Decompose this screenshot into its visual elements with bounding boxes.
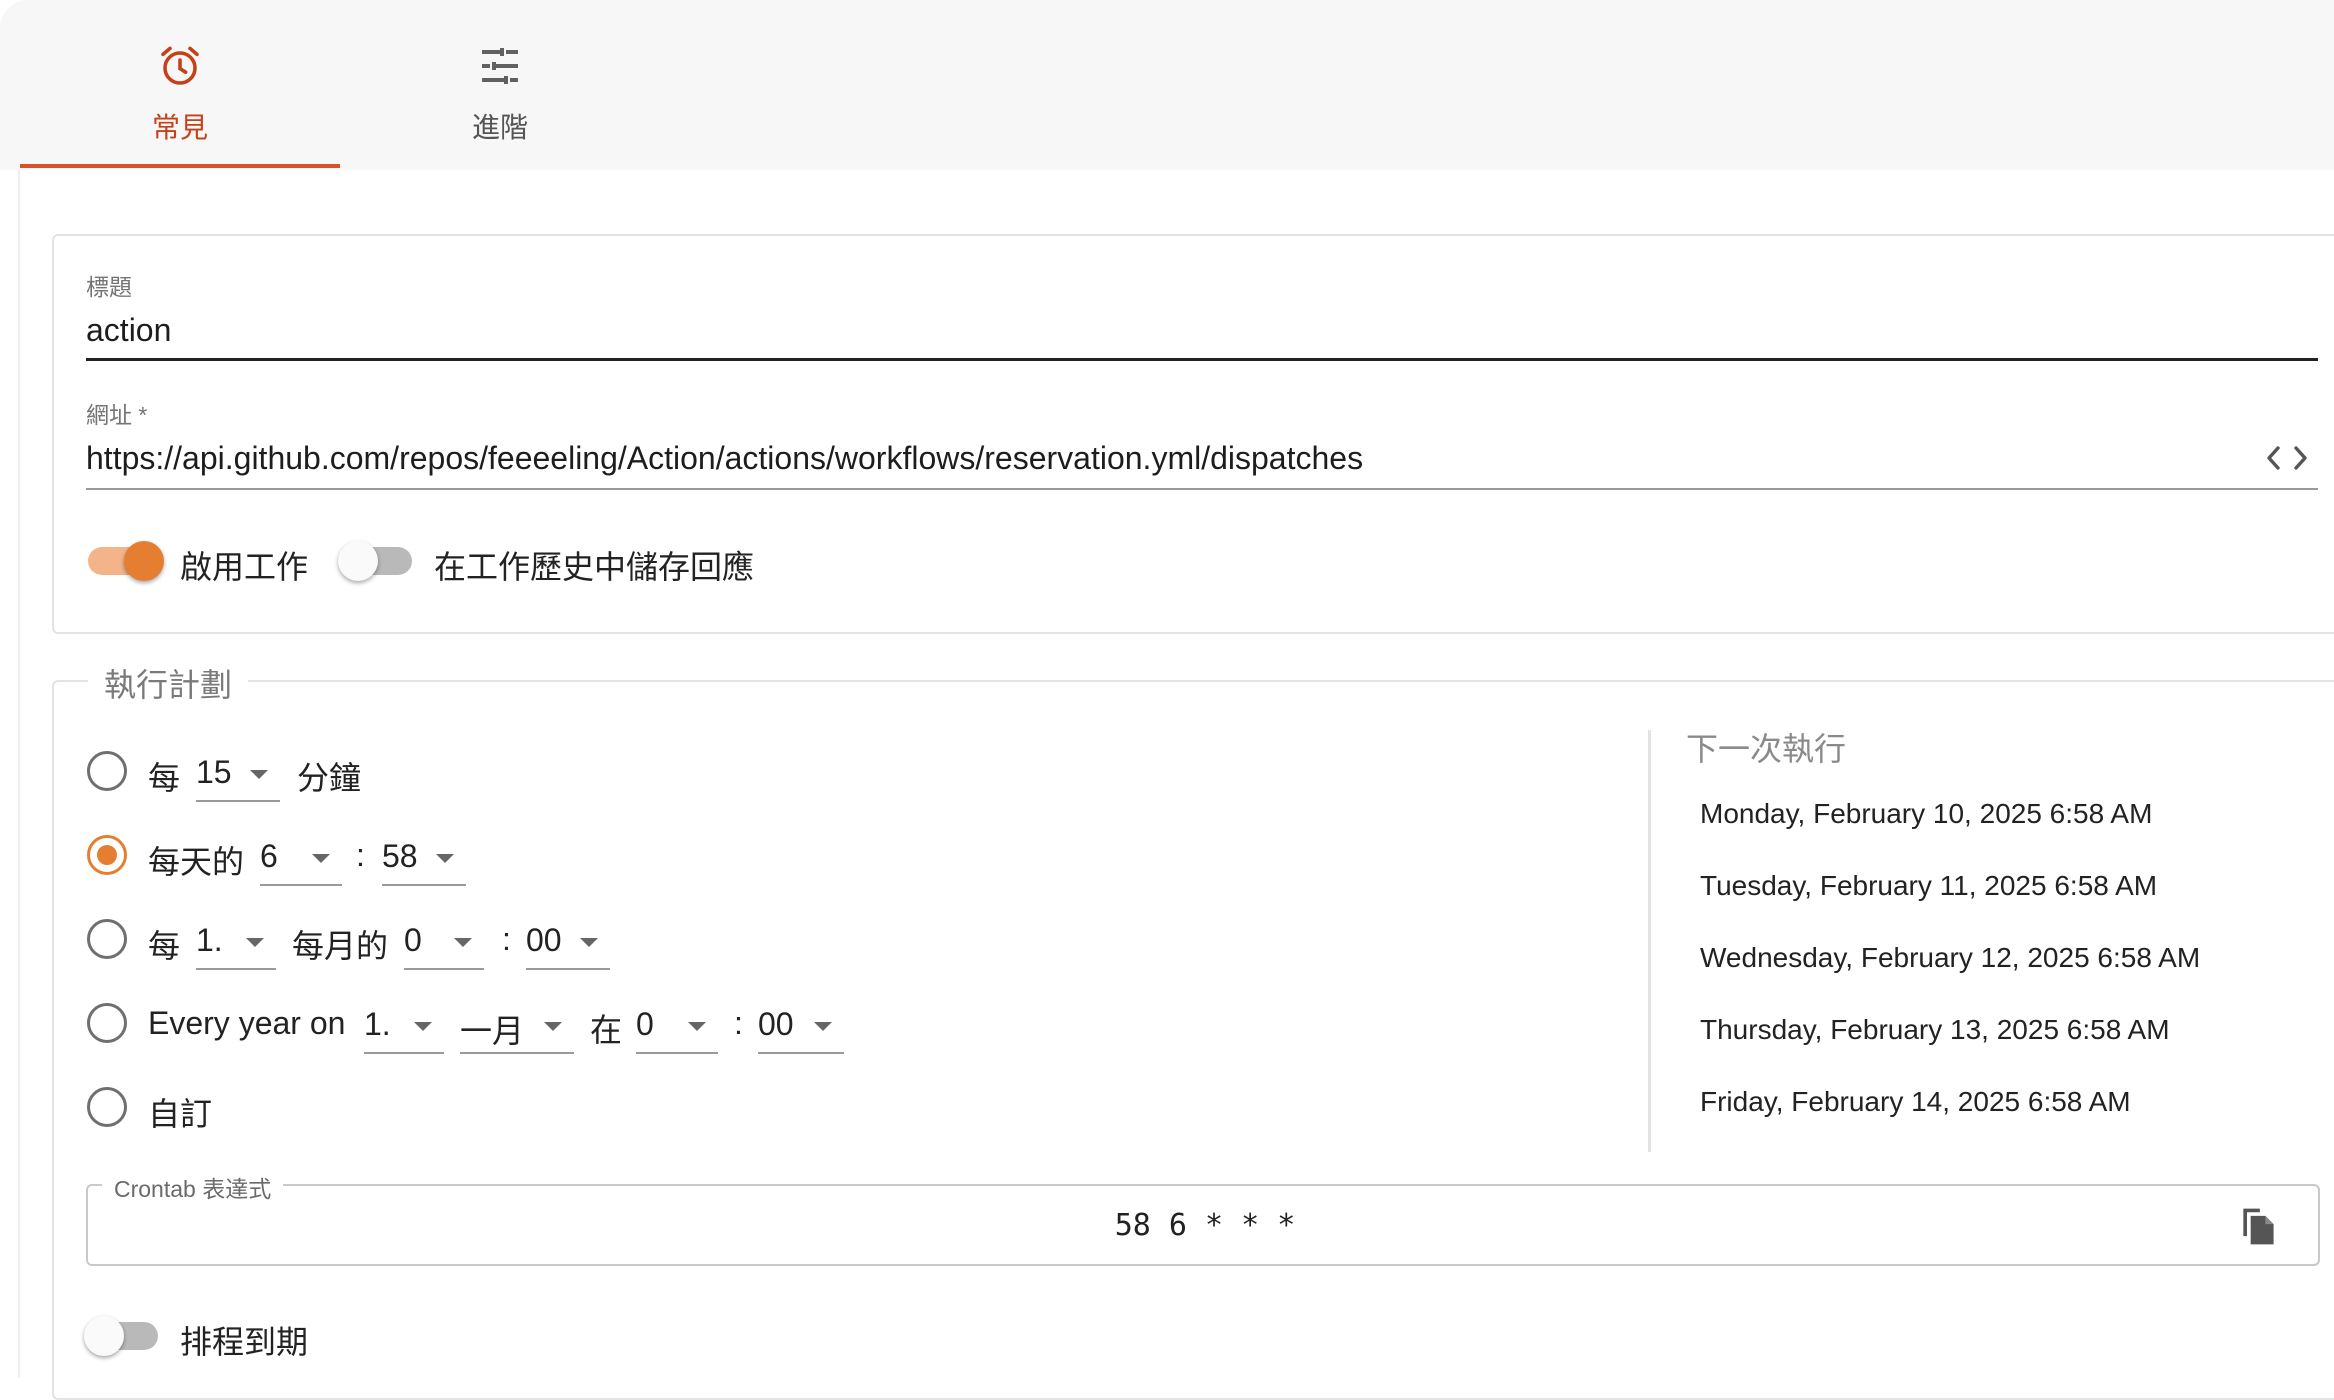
tab-advanced[interactable]: 進階 [340, 0, 660, 170]
radio-every-minutes[interactable] [87, 751, 127, 791]
chevron-down-icon [814, 1022, 832, 1031]
next-run-item: Monday, February 10, 2025 6:58 AM [1700, 798, 2153, 829]
next-runs-divider [1648, 730, 1651, 1152]
enable-job-toggle[interactable] [88, 541, 164, 581]
next-run-item: Wednesday, February 12, 2025 6:58 AM [1700, 942, 2201, 973]
yearly-day-select[interactable]: 1. [364, 1002, 444, 1054]
title-field-underline [86, 358, 2318, 361]
chevron-down-icon [312, 854, 330, 863]
title-field-label: 標題 [86, 274, 132, 300]
yearly-hour-select[interactable]: 0 [636, 1002, 718, 1054]
enable-job-label: 啟用工作 [180, 549, 309, 585]
next-run-item: Tuesday, February 11, 2025 6:58 AM [1700, 870, 2158, 901]
next-runs-title: 下一次執行 [1686, 731, 1847, 767]
next-run-item: Friday, February 14, 2025 6:58 AM [1700, 1086, 2131, 1117]
url-field[interactable]: https://api.github.com/repos/feeeeling/A… [86, 440, 1363, 477]
copy-icon[interactable] [2236, 1202, 2280, 1250]
yearly-minute-select[interactable]: 00 [758, 1002, 844, 1054]
chevron-down-icon [250, 770, 268, 779]
next-run-item: Thursday, February 13, 2025 6:58 AM [1700, 1014, 2170, 1045]
daily-minute-select[interactable]: 58 [382, 834, 466, 886]
radio-monthly[interactable] [87, 919, 127, 959]
tab-common-label: 常見 [151, 112, 208, 143]
chevron-down-icon [454, 938, 472, 947]
monthly-day-select[interactable]: 1. [196, 918, 276, 970]
crontab-label: Crontab 表達式 [102, 1170, 284, 1204]
monthly-minute-select[interactable]: 00 [526, 918, 610, 970]
code-brackets-icon[interactable] [2264, 440, 2310, 476]
yearly-colon: : [734, 1005, 743, 1041]
chevron-down-icon [246, 938, 264, 947]
chevron-down-icon [580, 938, 598, 947]
tab-common[interactable]: 常見 [20, 0, 340, 170]
yearly-prefix: Every year on [148, 1005, 346, 1041]
yearly-month-select[interactable]: 一月 [460, 1002, 574, 1054]
daily-colon: : [356, 837, 365, 873]
save-response-label: 在工作歷史中儲存回應 [434, 549, 755, 585]
radio-yearly[interactable] [87, 1003, 127, 1043]
every-minutes-prefix: 每 [148, 760, 181, 796]
chevron-down-icon [436, 854, 454, 863]
radio-custom[interactable] [87, 1087, 127, 1127]
tune-sliders-icon [482, 48, 518, 84]
monthly-hour-select[interactable]: 0 [404, 918, 484, 970]
monthly-prefix: 每 [148, 928, 181, 964]
save-response-toggle[interactable] [338, 541, 412, 581]
title-field[interactable]: action [86, 312, 171, 349]
yearly-at: 在 [590, 1012, 623, 1048]
chevron-down-icon [688, 1022, 706, 1031]
minutes-interval-select[interactable]: 15 [196, 750, 280, 802]
daily-hour-select[interactable]: 6 [260, 834, 342, 886]
panel-edge [18, 170, 20, 1378]
active-tab-indicator [20, 164, 340, 168]
tab-advanced-label: 進階 [471, 112, 528, 143]
monthly-mid: 每月的 [292, 928, 389, 964]
url-field-label: 網址 * [86, 402, 148, 428]
monthly-colon: : [502, 921, 511, 957]
schedule-expire-toggle[interactable] [84, 1316, 158, 1356]
daily-prefix: 每天的 [148, 844, 245, 880]
alarm-clock-icon [161, 46, 199, 85]
custom-label: 自訂 [148, 1096, 213, 1132]
chevron-down-icon [414, 1022, 432, 1031]
crontab-field[interactable]: 58 6 * * * [86, 1184, 2320, 1266]
schedule-expire-label: 排程到期 [180, 1324, 309, 1360]
url-field-underline [86, 488, 2318, 490]
chevron-down-icon [544, 1022, 562, 1031]
every-minutes-suffix: 分鐘 [297, 760, 362, 796]
schedule-legend: 執行計劃 [88, 660, 249, 706]
crontab-value: 58 6 * * * [1114, 1208, 1296, 1243]
radio-daily[interactable] [87, 835, 127, 875]
